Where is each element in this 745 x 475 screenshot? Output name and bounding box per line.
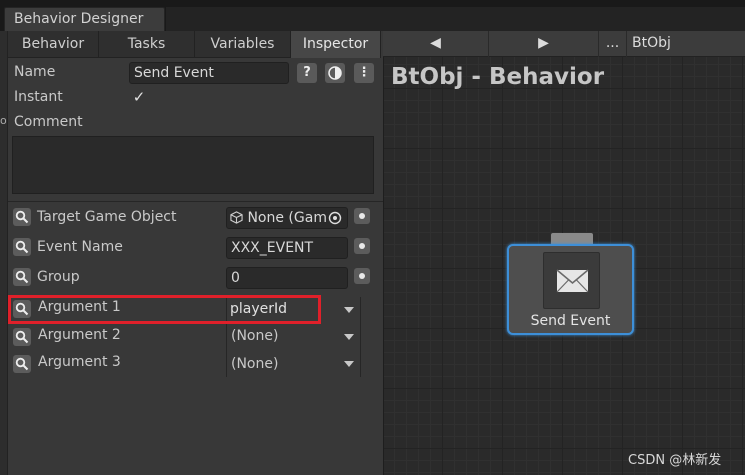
variable-toggle-2[interactable] <box>354 238 370 254</box>
search-icon[interactable] <box>13 238 31 256</box>
variable-toggle-1[interactable] <box>354 208 370 224</box>
contrast-icon <box>328 66 342 80</box>
target-game-object-label: Target Game Object <box>37 209 177 225</box>
search-icon[interactable] <box>13 328 31 346</box>
target-game-object-value: None (Gam <box>247 210 327 226</box>
argument-3-label: Argument 3 <box>38 354 121 370</box>
cube-icon <box>230 211 243 224</box>
tab-variables[interactable]: Variables <box>195 31 291 58</box>
tab-behavior[interactable]: Behavior <box>8 31 99 58</box>
window-tab[interactable]: Behavior Designer <box>4 7 165 31</box>
envelope-icon <box>543 252 600 309</box>
highlight-box <box>8 295 321 324</box>
name-input[interactable]: Send Event <box>129 62 289 84</box>
comment-textarea[interactable] <box>12 136 374 194</box>
watermark: CSDN @林新发 <box>628 453 722 468</box>
chevron-down-icon[interactable] <box>344 361 354 367</box>
title-strip-empty <box>166 7 745 31</box>
kebab-menu-icon: ⋮ <box>357 65 371 80</box>
argument-2-select[interactable]: (None) <box>231 328 278 344</box>
tab-tasks[interactable]: Tasks <box>99 31 195 58</box>
forward-button[interactable]: ▶ <box>489 31 599 57</box>
chevron-down-icon[interactable] <box>344 307 354 313</box>
chevron-down-icon[interactable] <box>344 334 354 340</box>
node-label: Send Event <box>530 313 611 329</box>
variable-toggle-3[interactable] <box>354 268 370 284</box>
argument-3-select[interactable]: (None) <box>231 356 278 372</box>
argument-2-label: Argument 2 <box>38 327 121 343</box>
argument-divider-right <box>360 297 361 377</box>
instant-checkbox[interactable]: ✓ <box>130 88 148 106</box>
group-label: Group <box>37 269 80 285</box>
event-name-input[interactable]: XXX_EVENT <box>226 237 348 259</box>
help-button[interactable]: ? <box>297 63 317 83</box>
search-icon[interactable] <box>13 355 31 373</box>
checkmark-icon: ✓ <box>132 88 146 106</box>
object-selector[interactable]: BtObj <box>627 31 745 57</box>
designer-tabs: Behavior Tasks Variables Inspector <box>8 31 381 58</box>
divider <box>8 201 383 202</box>
question-icon: ? <box>303 65 311 80</box>
more-button[interactable]: ... <box>599 31 627 57</box>
search-icon[interactable] <box>13 208 31 226</box>
event-name-label: Event Name <box>37 239 123 255</box>
graph-toolbar: ◀ ▶ ... BtObj <box>383 31 745 57</box>
menu-button[interactable]: ⋮ <box>354 63 374 83</box>
object-picker-icon[interactable] <box>328 211 342 225</box>
toggle-button[interactable] <box>325 63 345 83</box>
tab-inspector[interactable]: Inspector <box>291 31 381 58</box>
graph-title: BtObj - Behavior <box>391 64 605 90</box>
send-event-node[interactable]: Send Event <box>507 244 634 335</box>
group-input[interactable]: 0 <box>226 267 348 289</box>
comment-label: Comment <box>14 114 83 130</box>
back-button[interactable]: ◀ <box>383 31 489 57</box>
name-label: Name <box>14 64 56 80</box>
search-icon[interactable] <box>13 268 31 286</box>
instant-label: Instant <box>14 89 63 105</box>
left-edge: o <box>0 31 8 475</box>
